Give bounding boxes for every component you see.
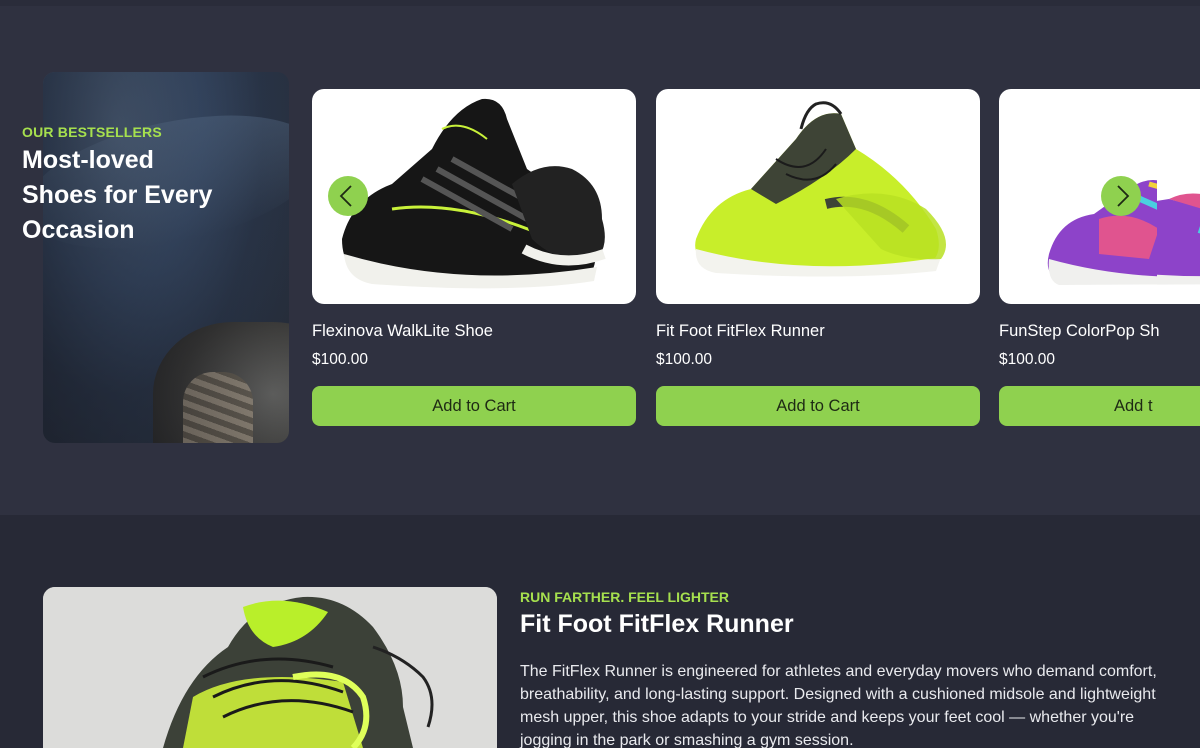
promo-eyebrow: OUR BESTSELLERS [22,124,162,140]
product-price: $100.00 [656,351,713,368]
carousel-next-button[interactable] [1101,176,1141,216]
chevron-left-icon [339,185,352,207]
carousel-prev-button[interactable] [328,176,368,216]
promo-title: Most-loved Shoes for Every Occasion [22,146,213,244]
product-name[interactable]: Flexinova WalkLite Shoe [312,322,493,341]
product-name[interactable]: Fit Foot FitFlex Runner [656,322,825,341]
product-carousel: Flexinova WalkLite Shoe $100.00 Add to C… [312,89,1157,429]
product-image[interactable] [656,89,980,304]
featured-eyebrow: RUN FARTHER. FEEL LIGHTER [520,589,729,605]
product-price: $100.00 [312,351,369,368]
add-to-cart-button[interactable]: Add to Cart [656,386,980,426]
featured-title: Fit Foot FitFlex Runner [520,610,794,638]
featured-description: The FitFlex Runner is engineered for ath… [520,663,1157,748]
product-price: $100.00 [999,351,1056,368]
add-to-cart-button[interactable]: Add to Cart [312,386,636,426]
product-name[interactable]: FunStep ColorPop Sh [999,322,1157,341]
chevron-right-icon [1117,185,1130,207]
add-to-cart-button[interactable]: Add t [999,386,1157,426]
carousel-overflow: FunStep ColorPop Sh [1157,89,1200,426]
featured-product-image [43,587,497,748]
